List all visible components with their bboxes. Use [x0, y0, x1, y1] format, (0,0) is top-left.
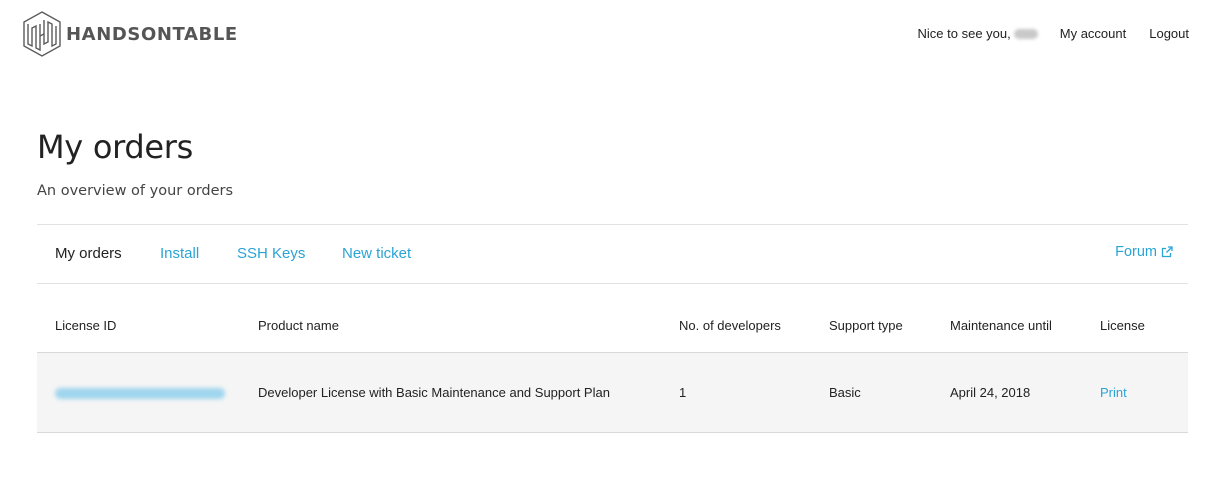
- tab-my-orders[interactable]: My orders: [55, 245, 122, 262]
- orders-table: License ID Product name No. of developer…: [37, 302, 1188, 433]
- page-subtitle: An overview of your orders: [37, 183, 234, 199]
- home-logo-link[interactable]: HANDSONTABLE: [22, 11, 238, 57]
- tab-install[interactable]: Install: [160, 245, 199, 262]
- print-license-link[interactable]: Print: [1100, 385, 1127, 400]
- column-header: Product name: [258, 302, 679, 353]
- top-navigation: Nice to see you, My account Logout: [918, 26, 1189, 41]
- license-id-cell: [37, 352, 258, 433]
- divider-tabs: [37, 283, 1188, 284]
- redacted-license-id-link[interactable]: [55, 387, 225, 399]
- column-header: Support type: [829, 302, 950, 353]
- tab-ssh-keys[interactable]: SSH Keys: [237, 245, 305, 262]
- tab-new-ticket[interactable]: New ticket: [342, 245, 411, 262]
- brand-name: HANDSONTABLE: [66, 23, 238, 45]
- maintenance-until-cell: April 24, 2018: [950, 352, 1100, 433]
- column-header: License: [1100, 302, 1188, 353]
- page-title: My orders: [37, 128, 194, 166]
- forum-label: Forum: [1115, 244, 1157, 260]
- forum-link[interactable]: Forum: [1115, 244, 1173, 260]
- developers-cell: 1: [679, 352, 829, 433]
- table-row: Developer License with Basic Maintenance…: [37, 352, 1188, 433]
- logout-link[interactable]: Logout: [1149, 26, 1189, 41]
- table-header-row: License ID Product name No. of developer…: [37, 302, 1188, 353]
- account-tabs: My orders Install SSH Keys New ticket Fo…: [37, 225, 1188, 283]
- external-link-icon: [1161, 246, 1173, 258]
- my-account-link[interactable]: My account: [1060, 26, 1126, 41]
- greeting-text: Nice to see you,: [917, 26, 1011, 41]
- column-header: License ID: [37, 302, 258, 353]
- license-cell: Print: [1100, 352, 1188, 433]
- column-header: No. of developers: [679, 302, 829, 353]
- column-header: Maintenance until: [950, 302, 1100, 353]
- handsontable-logo-icon: [23, 11, 61, 57]
- redacted-username: [1013, 28, 1038, 39]
- product-name-cell: Developer License with Basic Maintenance…: [258, 352, 679, 433]
- greeting: Nice to see you,: [918, 26, 1038, 41]
- support-type-cell: Basic: [829, 352, 950, 433]
